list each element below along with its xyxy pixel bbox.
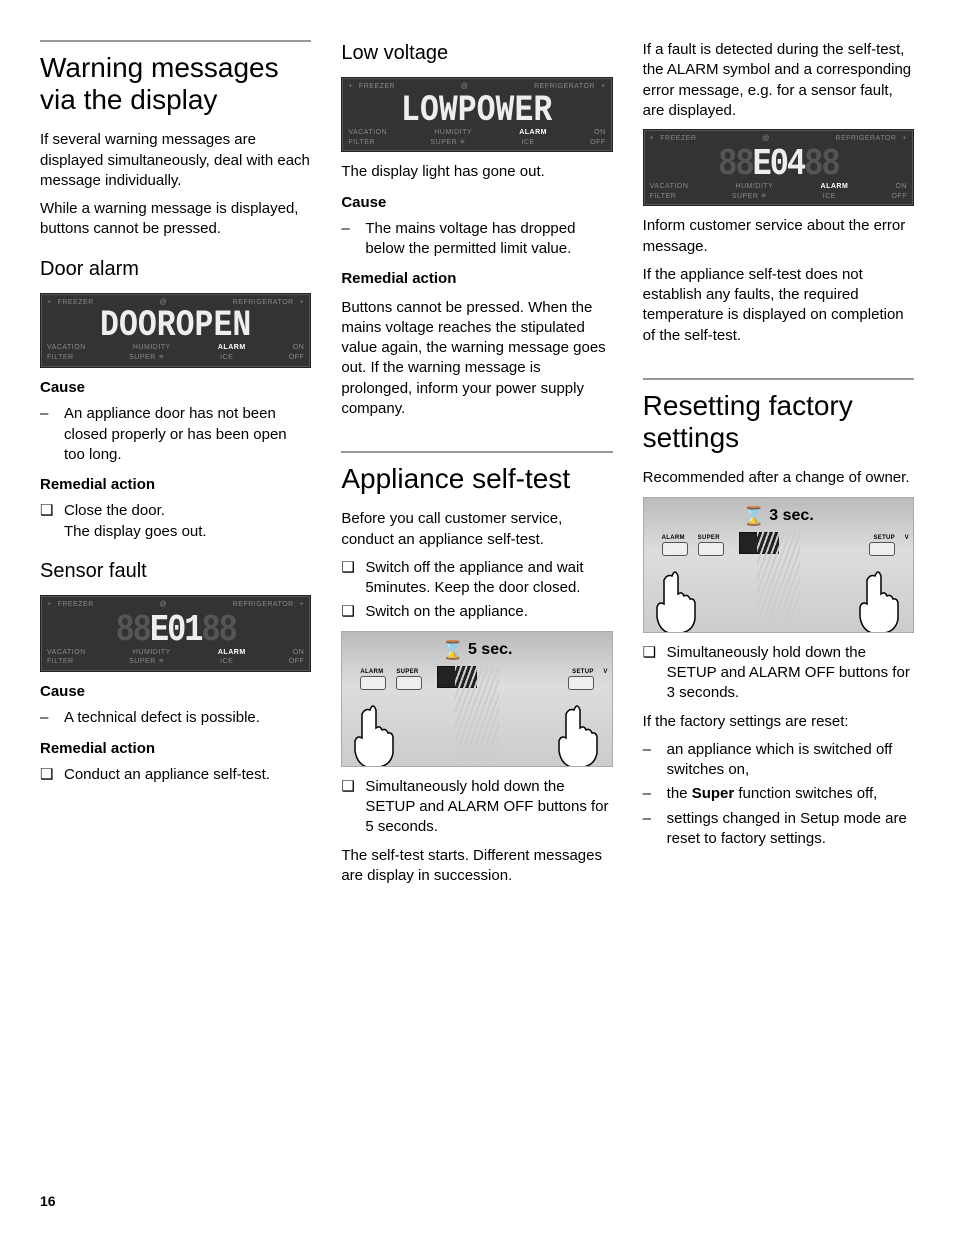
paragraph: If a fault is detected during the self-t… [643, 40, 914, 121]
column-2: Low voltage +FREEZER @ REFRIGERATOR+ LOW… [341, 40, 612, 894]
heading-warning-messages: Warning messages via the display [40, 52, 311, 116]
heading-resetting-factory: Resetting factory settings [643, 390, 914, 454]
cause-heading: Cause [40, 378, 311, 398]
super-button-graphic [698, 542, 724, 556]
step-list: ❑Simultaneously hold down the SETUP and … [643, 643, 914, 704]
heading-door-alarm: Door alarm [40, 256, 311, 283]
hand-icon [350, 700, 400, 767]
result-list: –an appliance which is switched off swit… [643, 740, 914, 849]
paragraph: If the factory settings are reset: [643, 712, 914, 732]
cause-list: –A technical defect is possible. [40, 708, 311, 728]
step-list: ❑Switch off the appliance and wait 5minu… [341, 558, 612, 623]
segment-display: DOOROPEN [41, 303, 311, 348]
heading-sensor-fault: Sensor fault [40, 558, 311, 585]
hand-icon [652, 566, 702, 633]
alarm-button-graphic [360, 676, 386, 690]
column-3: If a fault is detected during the self-t… [643, 40, 914, 894]
paragraph: Recommended after a change of owner. [643, 468, 914, 488]
heading-low-voltage: Low voltage [341, 40, 612, 67]
paragraph: Inform customer service about the error … [643, 216, 914, 257]
alarm-button-graphic [662, 542, 688, 556]
step-list: ❑Simultaneously hold down the SETUP and … [341, 777, 612, 838]
paragraph: Before you call customer service, conduc… [341, 509, 612, 550]
display-panel-dooropen: +FREEZER @ REFRIGERATOR+ DOOROPEN VACATI… [40, 293, 311, 368]
remedial-list: ❑Close the door. The display goes out. [40, 501, 311, 542]
display-panel-e01: +FREEZER @ REFRIGERATOR+ 88E0188 VACATIO… [40, 595, 311, 672]
remedial-heading: Remedial action [341, 269, 612, 289]
remedial-heading: Remedial action [40, 475, 311, 495]
hourglass-icon: ⌛ [743, 506, 765, 526]
heading-appliance-selftest: Appliance self-test [341, 463, 612, 495]
button-press-figure-5sec: ⌛5 sec. ALARM SUPER SETUP V [341, 631, 612, 767]
display-panel-e04: +FREEZER @ REFRIGERATOR+ 88E0488 VACATIO… [643, 129, 914, 206]
hand-icon [554, 700, 604, 767]
paragraph: If the appliance self-test does not esta… [643, 265, 914, 346]
cause-list: –An appliance door has not been closed p… [40, 404, 311, 465]
hand-icon [855, 566, 905, 633]
paragraph: While a warning message is displayed, bu… [40, 199, 311, 240]
paragraph: The self-test starts. Different messages… [341, 846, 612, 887]
super-button-graphic [396, 676, 422, 690]
cause-heading: Cause [40, 682, 311, 702]
hourglass-icon: ⌛ [442, 640, 464, 660]
remedial-list: ❑Conduct an appliance self-test. [40, 765, 311, 785]
remedial-heading: Remedial action [40, 739, 311, 759]
cause-list: –The mains voltage has dropped below the… [341, 219, 612, 260]
button-press-figure-3sec: ⌛3 sec. ALARM SUPER SETUP V [643, 497, 914, 633]
paragraph: The display light has gone out. [341, 162, 612, 182]
setup-button-graphic [568, 676, 594, 690]
page-number: 16 [40, 1192, 56, 1211]
segment-display: 88E0188 [47, 606, 304, 652]
segment-display: 88E0488 [650, 140, 907, 186]
paragraph: Buttons cannot be pressed. When the main… [341, 298, 612, 420]
section-rule [40, 40, 311, 42]
cause-heading: Cause [341, 193, 612, 213]
display-panel-lowpower: +FREEZER @ REFRIGERATOR+ LOWPOWER VACATI… [341, 77, 612, 152]
segment-display: LOWPOWER [342, 87, 612, 132]
section-rule [341, 451, 612, 453]
setup-button-graphic [869, 542, 895, 556]
section-rule [643, 378, 914, 380]
column-1: Warning messages via the display If seve… [40, 40, 311, 894]
paragraph: If several warning messages are displaye… [40, 130, 311, 191]
